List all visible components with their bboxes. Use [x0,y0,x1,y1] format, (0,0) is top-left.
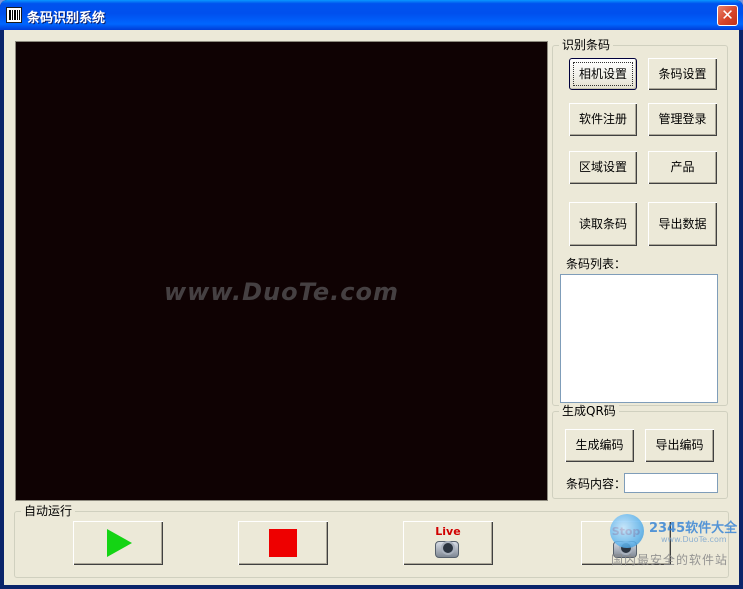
barcode-list-label: 条码列表： [566,257,627,271]
stop-square-icon [269,529,297,557]
play-icon [107,529,132,557]
title-bar[interactable]: 条码识别系统 ✕ [0,0,743,30]
start-button[interactable] [73,521,163,565]
app-icon [6,7,22,23]
close-button[interactable]: ✕ [717,5,738,26]
generate-code-button[interactable]: 生成编码 [565,429,634,462]
recognize-group-legend: 识别条码 [559,38,614,52]
stop-button[interactable] [238,521,328,565]
watermark-brand: 2345软件大全 [649,521,738,536]
camera-video-panel: www.DuoTe.com [15,41,548,501]
watermark-url: www.DuoTe.com [661,535,727,544]
admin-login-button[interactable]: 管理登录 [648,103,717,136]
live-label: Live [435,525,461,538]
camera-settings-button[interactable]: 相机设置 [569,58,637,90]
export-data-button[interactable]: 导出数据 [648,202,717,246]
qr-group-legend: 生成QR码 [559,404,619,418]
export-code-button[interactable]: 导出编码 [645,429,714,462]
app-window: 条码识别系统 ✕ www.DuoTe.com 识别条码 相机设置 条码设置 软件… [0,0,743,589]
watermark-slogan: 国内最安全的软件站 [611,553,729,567]
region-settings-button[interactable]: 区域设置 [569,151,637,184]
live-camera-button[interactable]: Live [403,521,493,565]
window-title: 条码识别系统 [27,11,106,26]
video-watermark: www.DuoTe.com [164,278,399,306]
client-area: www.DuoTe.com 识别条码 相机设置 条码设置 软件注册 管理登录 区… [4,30,739,585]
barcode-settings-button[interactable]: 条码设置 [648,58,717,90]
auto-run-legend: 自动运行 [21,504,76,518]
mascot-logo-icon [610,514,644,548]
barcode-content-input[interactable] [624,473,718,493]
barcode-list[interactable] [560,274,718,403]
read-barcode-button[interactable]: 读取条码 [569,202,637,246]
software-register-button[interactable]: 软件注册 [569,103,637,136]
barcode-content-label: 条码内容： [566,477,627,491]
product-button[interactable]: 产品 [648,151,717,184]
camera-lens-icon [441,541,455,555]
